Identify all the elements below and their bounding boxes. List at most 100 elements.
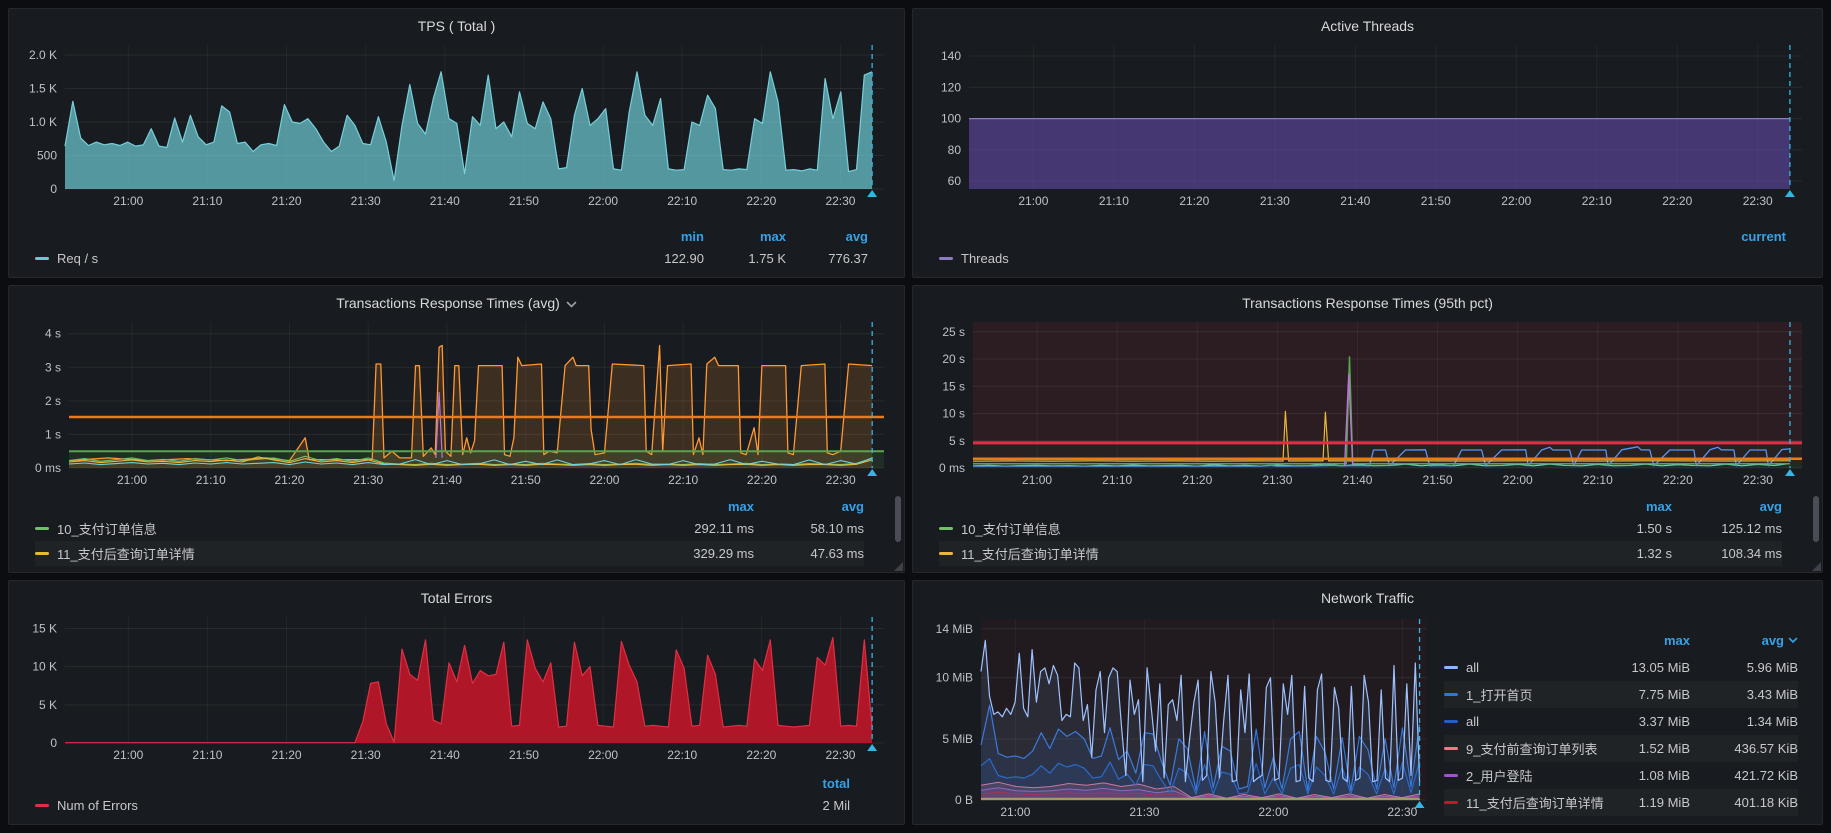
svg-text:120: 120 xyxy=(941,80,961,94)
svg-text:21:30: 21:30 xyxy=(353,473,383,487)
legend-series-label[interactable]: Req / s xyxy=(57,251,98,266)
svg-text:21:50: 21:50 xyxy=(509,194,539,208)
panel-title-network-traffic[interactable]: Network Traffic xyxy=(923,587,1812,611)
svg-text:4 s: 4 s xyxy=(45,327,61,341)
legend-header-max[interactable]: max xyxy=(704,229,786,244)
svg-text:21:00: 21:00 xyxy=(1022,473,1052,487)
legend-series-label[interactable]: all xyxy=(1466,714,1479,729)
panel-title-tps[interactable]: TPS ( Total ) xyxy=(19,15,894,39)
legend-header-max[interactable]: max xyxy=(1582,633,1690,648)
panel-title-text: Total Errors xyxy=(421,590,493,606)
legend-header-row: maxavg xyxy=(1444,627,1798,654)
legend-series-label[interactable]: 2_用户登陆 xyxy=(1466,766,1532,785)
svg-text:0: 0 xyxy=(50,736,57,750)
legend-row: Req / s122.901.75 K776.37 xyxy=(35,246,868,271)
legend-header-row: max avg xyxy=(939,496,1782,516)
svg-text:500: 500 xyxy=(37,149,57,163)
legend-header-min[interactable]: min xyxy=(622,229,704,244)
legend-header-label: avg xyxy=(842,499,864,514)
chevron-down-icon[interactable] xyxy=(566,301,577,308)
network-traffic-chart-canvas[interactable]: 0 B5 MiB10 MiB14 MiB21:0021:3022:0022:30 xyxy=(923,613,1434,820)
legend-stat-value: 7.75 MiB xyxy=(1582,687,1690,702)
rt-avg-chart-canvas[interactable]: 0 ms1 s2 s3 s4 s21:0021:1021:2021:3021:4… xyxy=(19,316,894,488)
legend-header-max[interactable]: max xyxy=(1562,499,1672,514)
legend-item: 10_支付订单信息 xyxy=(35,519,644,538)
legend-header-current[interactable]: current xyxy=(1704,229,1786,244)
legend-scrollbar[interactable] xyxy=(1813,496,1819,542)
active-threads-chart-canvas[interactable]: 608010012014021:0021:1021:2021:3021:4021… xyxy=(923,39,1812,209)
legend-item: all xyxy=(1444,714,1582,729)
legend-header-label: max xyxy=(760,229,786,244)
panel-resize-handle[interactable] xyxy=(1812,562,1821,571)
legend-header-avg[interactable]: avg xyxy=(1690,633,1798,648)
svg-text:80: 80 xyxy=(948,143,962,157)
legend-series-label[interactable]: 9_支付前查询订单列表 xyxy=(1466,739,1597,758)
series-color-marker xyxy=(1444,693,1458,696)
legend-header-avg[interactable]: avg xyxy=(1672,499,1782,514)
legend-stat-value: 3.37 MiB xyxy=(1582,714,1690,729)
svg-text:15 K: 15 K xyxy=(32,621,57,635)
legend-stat-value: 1.52 MiB xyxy=(1582,741,1690,756)
rt-95-chart-canvas[interactable]: 0 ms5 s10 s15 s20 s25 s21:0021:1021:2021… xyxy=(923,316,1812,488)
svg-text:5 s: 5 s xyxy=(949,434,965,448)
svg-text:22:10: 22:10 xyxy=(1582,194,1612,208)
svg-text:5 K: 5 K xyxy=(39,698,57,712)
panel-title-rt-95[interactable]: Transactions Response Times (95th pct) xyxy=(923,292,1812,316)
legend-item: 11_支付后查询订单详情 xyxy=(1444,793,1582,812)
svg-text:22:00: 22:00 xyxy=(1501,194,1531,208)
legend-series-label[interactable]: 10_支付订单信息 xyxy=(961,519,1061,538)
panel-title-active-threads[interactable]: Active Threads xyxy=(923,15,1812,39)
tps-chart-canvas[interactable]: 05001.0 K1.5 K2.0 K21:0021:1021:2021:302… xyxy=(19,39,894,209)
svg-text:22:20: 22:20 xyxy=(747,473,777,487)
legend-header-row: max avg xyxy=(35,496,864,516)
legend-header-avg[interactable]: avg xyxy=(754,499,864,514)
svg-text:22:10: 22:10 xyxy=(668,473,698,487)
panel-network-traffic: Network Traffic 0 B5 MiB10 MiB14 MiB21:0… xyxy=(912,580,1823,825)
panel-title-rt-avg[interactable]: Transactions Response Times (avg) xyxy=(19,292,894,316)
series-color-marker xyxy=(35,257,49,260)
legend-header-label: avg xyxy=(1760,499,1782,514)
series-color-marker xyxy=(1444,801,1458,804)
legend-scrollbar[interactable] xyxy=(895,496,901,542)
svg-text:5 MiB: 5 MiB xyxy=(942,732,973,746)
legend-stat-value: 1.19 MiB xyxy=(1582,795,1690,810)
legend-row: Num of Errors 2 Mil xyxy=(35,793,850,818)
svg-text:21:30: 21:30 xyxy=(351,194,381,208)
legend-item: 11_支付后查询订单详情 xyxy=(939,544,1562,563)
network-traffic-legend: maxavgall13.05 MiB5.96 MiB1_打开首页7.75 MiB… xyxy=(1440,613,1812,818)
panel-title-total-errors[interactable]: Total Errors xyxy=(19,587,894,611)
svg-text:0: 0 xyxy=(50,182,57,196)
legend-series-label[interactable]: 1_打开首页 xyxy=(1466,685,1532,704)
svg-text:21:20: 21:20 xyxy=(272,748,302,762)
svg-text:21:20: 21:20 xyxy=(1179,194,1209,208)
legend-series-label[interactable]: 11_支付后查询订单详情 xyxy=(961,544,1099,563)
legend-stat-value: 3.43 MiB xyxy=(1690,687,1798,702)
legend-stat-value: 58.10 ms xyxy=(754,521,864,536)
panel-title-text: Network Traffic xyxy=(1321,590,1414,606)
rt-95-legend: maxavg10_支付订单信息1.50 s125.12 ms11_支付后查询订单… xyxy=(923,496,1812,566)
legend-header-avg[interactable]: avg xyxy=(786,229,868,244)
legend-row: 10_支付订单信息292.11 ms58.10 ms xyxy=(35,516,864,541)
svg-text:22:30: 22:30 xyxy=(825,194,855,208)
legend-stat-value: 2 Mil xyxy=(760,798,850,813)
panel-resize-handle[interactable] xyxy=(894,562,903,571)
legend-row: 9_支付前查询订单列表1.52 MiB436.57 KiB xyxy=(1444,735,1798,762)
legend-series-label[interactable]: all xyxy=(1466,660,1479,675)
legend-item: Threads xyxy=(939,251,1786,266)
legend-header-max[interactable]: max xyxy=(644,499,754,514)
legend-series-label[interactable]: Threads xyxy=(961,251,1009,266)
series-color-marker xyxy=(1444,747,1458,750)
legend-header-row: current xyxy=(939,226,1786,246)
legend-header-label: max xyxy=(1646,499,1672,514)
legend-header-row: min maxavg xyxy=(35,226,868,246)
legend-series-label[interactable]: 10_支付订单信息 xyxy=(57,519,157,538)
legend-series-label[interactable]: Num of Errors xyxy=(57,798,138,813)
total-errors-chart-canvas[interactable]: 05 K10 K15 K21:0021:1021:2021:3021:4021:… xyxy=(19,611,894,763)
svg-text:22:10: 22:10 xyxy=(667,748,697,762)
svg-text:1 s: 1 s xyxy=(45,427,61,441)
legend-item: Num of Errors xyxy=(35,798,760,813)
legend-header-total[interactable]: total xyxy=(760,776,850,791)
legend-series-label[interactable]: 11_支付后查询订单详情 xyxy=(57,544,195,563)
svg-text:22:00: 22:00 xyxy=(589,473,619,487)
svg-text:21:00: 21:00 xyxy=(113,748,143,762)
